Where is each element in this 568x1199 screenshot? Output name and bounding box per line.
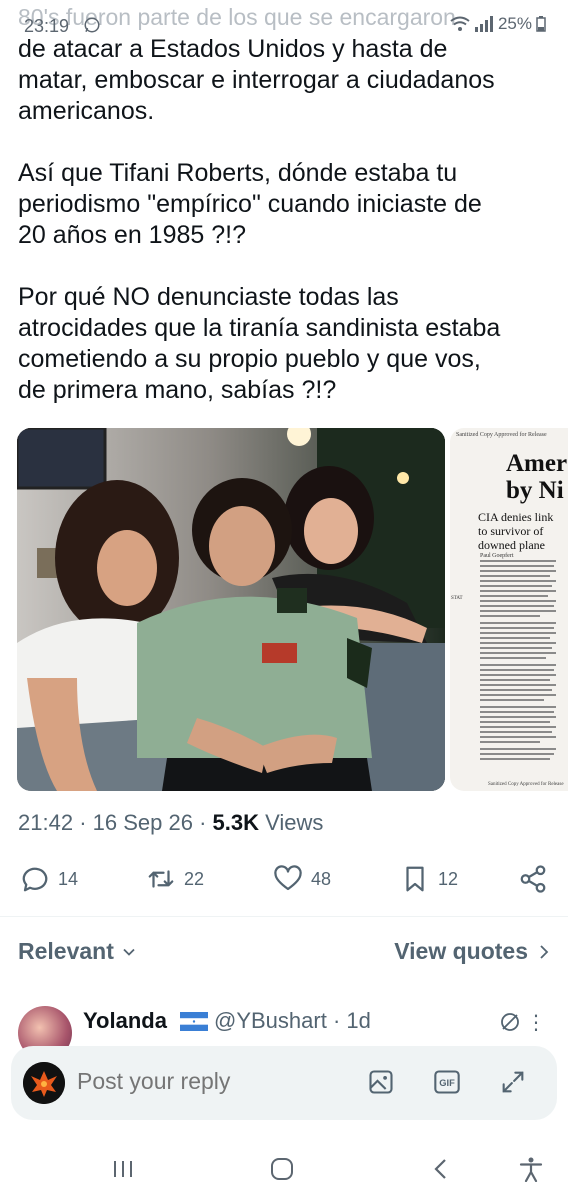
more-options-icon[interactable]: ⋮ [526,1010,546,1035]
meta-separator: · [199,810,213,835]
whatsapp-icon [84,17,100,33]
tweet-meta: 21:42 · 16 Sep 26 · 5.3K Views [18,810,323,836]
recent-apps-icon[interactable] [110,1156,136,1182]
expand-icon[interactable] [499,1068,527,1096]
like-count: 48 [311,868,332,889]
heart-icon [274,865,302,891]
sort-label: Relevant [18,938,114,964]
accessibility-icon[interactable] [518,1156,544,1182]
battery-icon [536,16,546,32]
doc-headline: Amer by Ni [506,450,568,504]
photo-illustration [17,428,445,791]
bookmark-icon [406,866,424,892]
sort-dropdown[interactable]: Relevant [18,938,136,965]
meta-separator: · [79,810,93,835]
doc-body-text [480,560,556,760]
views-label: Views [265,810,324,835]
doc-subhead: CIA denies link to survivor of downed pl… [478,510,554,552]
reply-composer: GIF [11,1046,557,1120]
like-button[interactable]: 48 [273,864,331,894]
repost-icon [148,870,174,888]
phoenix-logo-icon [23,1062,65,1104]
view-quotes-link[interactable]: View quotes [394,938,550,965]
reply-item[interactable]: Yolanda @YBushart · 1d ⋮ [18,1006,550,1060]
share-button[interactable] [518,864,548,894]
back-icon[interactable] [428,1156,454,1182]
tweet-photo[interactable] [17,428,445,791]
avatar[interactable] [23,1062,65,1104]
chevron-down-icon [123,948,135,956]
wifi-icon [450,16,470,31]
system-navigation-bar [0,1138,568,1199]
doc-footer: Sanitized Copy Approved for Release [488,782,564,787]
reply-icon [22,867,48,892]
doc-header: Sanitized Copy Approved for Release [456,432,547,438]
reply-handle-and-age: @YBushart · 1d [214,1008,371,1034]
share-icon [520,865,546,893]
doc-stat: STAT [451,596,463,601]
chevron-right-icon [540,944,549,959]
reply-handle: @YBushart [214,1008,327,1033]
bookmark-count: 12 [438,868,459,889]
bookmark-button[interactable]: 12 [400,864,458,894]
reply-input[interactable] [77,1068,337,1095]
honduras-flag-icon [180,1012,208,1031]
tweet-paragraph: de atacar a Estados Unidos y hasta de ma… [18,35,495,125]
battery-percent: 25% [497,14,532,33]
tweet-document-image[interactable]: Sanitized Copy Approved for Release Amer… [450,428,568,791]
system-indicators: 25% [450,14,546,34]
doc-byline: Paul Goepfert [480,553,514,559]
svg-text:GIF: GIF [439,1078,455,1088]
tweet-paragraph: Así que Tifani Roberts, dónde estaba tu … [18,159,482,249]
tweet-actions: 14 22 48 12 [0,860,568,900]
repost-button[interactable]: 22 [146,864,204,894]
reply-age: · 1d [332,1008,371,1033]
signal-icon [474,16,493,32]
image-icon[interactable] [367,1068,395,1096]
reply-filter-row: Relevant View quotes [18,938,550,972]
tweet-paragraph: Por qué NO denunciaste todas las atrocid… [18,283,501,404]
tweet-time: 21:42 [18,810,74,835]
tweet-date: 16 Sep 26 [92,810,193,835]
reply-author-name: Yolanda [83,1008,167,1033]
grok-icon[interactable] [498,1010,522,1034]
reply-count: 14 [58,868,79,889]
view-quotes-label: View quotes [394,938,528,964]
views-count: 5.3K [212,810,260,835]
repost-count: 22 [184,868,205,889]
gif-icon[interactable]: GIF [433,1068,461,1096]
tweet-text: de atacar a Estados Unidos y hasta de ma… [18,34,558,406]
divider [0,916,568,917]
home-icon[interactable] [269,1156,295,1182]
reply-button[interactable]: 14 [20,864,78,894]
